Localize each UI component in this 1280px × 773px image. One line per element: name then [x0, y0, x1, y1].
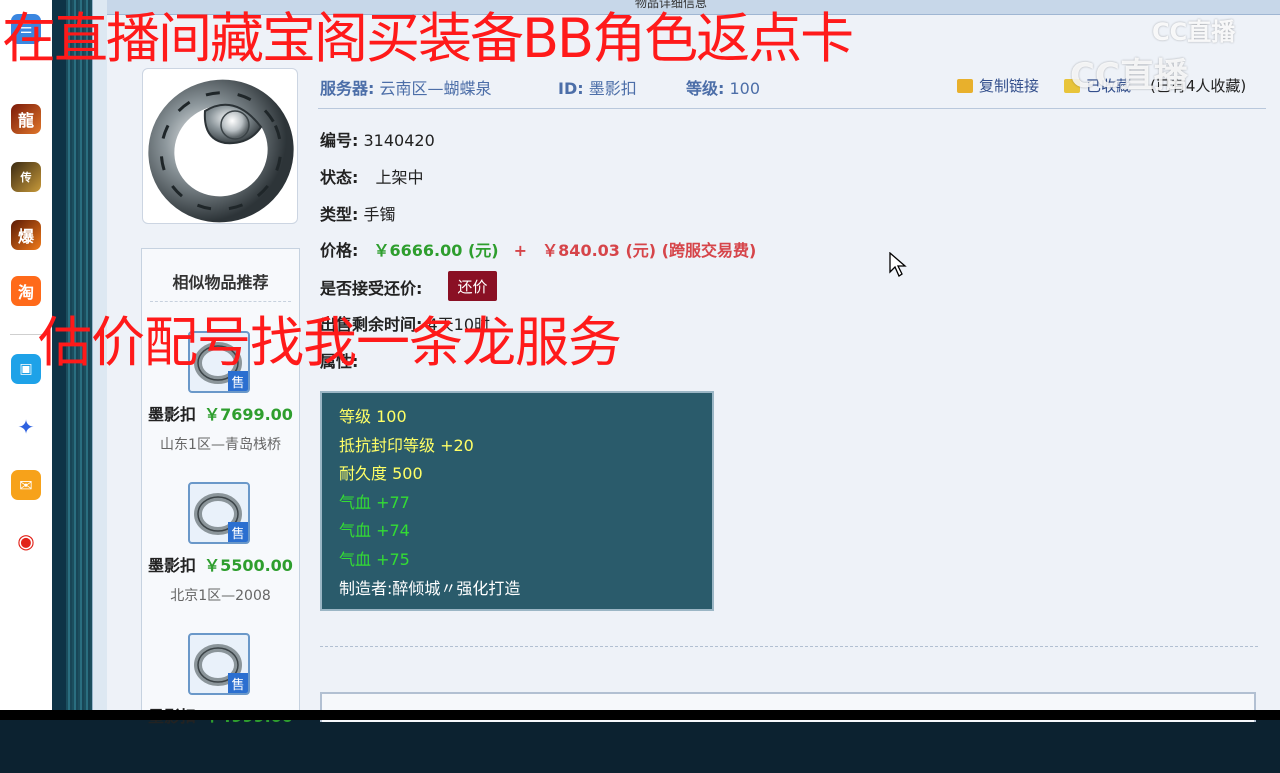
item-number-value: 3140420: [363, 131, 435, 150]
attributes-panel: 等级 100 抵抗封印等级 +20 耐久度 500 气血 +77 气血 +74 …: [320, 391, 714, 611]
screen-bottom-bar: [0, 710, 1280, 720]
attr-maker: 制造者:醉倾城〃强化打造: [339, 578, 521, 598]
copy-link-button[interactable]: 复制链接: [957, 75, 1039, 96]
attr-level: 等级 100: [339, 407, 407, 426]
similar-item-server: 北京1区—2008: [170, 588, 271, 604]
bao-game-icon[interactable]: 爆: [11, 220, 41, 250]
similar-item-thumbnail[interactable]: 售: [188, 482, 250, 544]
attr-hp-3: 气血 +75: [339, 549, 410, 569]
similar-items-divider: [150, 301, 291, 302]
similar-item-name-price: 墨影扣 ￥5500.00: [142, 552, 299, 576]
dragon-game-icon[interactable]: 龍: [11, 104, 41, 134]
sell-badge: 售: [228, 673, 248, 693]
netease-icon[interactable]: ◉: [11, 526, 41, 556]
cross-server-fee: ￥840.03 (元) (跨服交易费): [542, 241, 757, 260]
counter-offer-row: 是否接受还价:: [320, 275, 422, 299]
taobao-icon[interactable]: 淘: [11, 276, 41, 306]
watermark-small: CC直播: [1152, 18, 1236, 46]
bilibili-icon[interactable]: ▣: [11, 354, 41, 384]
server-label: 服务器:: [320, 79, 375, 98]
item-type-label: 类型:: [320, 205, 359, 224]
id-info: ID: 墨影扣: [558, 75, 637, 99]
item-price-value: ￥6666.00 (元): [373, 241, 499, 260]
item-type-row: 类型: 手镯: [320, 201, 396, 225]
id-value: 墨影扣: [588, 79, 637, 98]
promo-overlay-line2: 估价配号找我一条龙服务: [38, 311, 622, 374]
similar-item-name-price: 墨影扣 ￥7699.00: [142, 401, 299, 425]
server-value: 云南区—蝴蝶泉: [379, 79, 492, 98]
bracelet-image: [148, 79, 294, 223]
similar-item-thumbnail[interactable]: 售: [188, 633, 250, 695]
similar-item[interactable]: 售 墨影扣￥4999.00: [142, 633, 299, 773]
level-label: 等级:: [686, 79, 725, 98]
copy-link-label: 复制链接: [979, 77, 1040, 95]
similar-items-title: 相似物品推荐: [172, 273, 269, 292]
mail-icon[interactable]: ✉: [11, 470, 41, 500]
item-status-value: 上架中: [375, 168, 424, 187]
level-info: 等级: 100: [686, 75, 760, 99]
mouse-cursor-icon: [889, 252, 907, 277]
counter-offer-button[interactable]: 还价: [448, 271, 497, 301]
item-number-label: 编号:: [320, 131, 359, 150]
watermark-large: CC直播: [1070, 56, 1188, 96]
similar-item-price: ￥5500.00: [204, 556, 293, 575]
id-label: ID:: [558, 79, 584, 98]
server-info: 服务器: 云南区—蝴蝶泉: [320, 75, 492, 99]
legend-game-icon[interactable]: 传: [11, 162, 41, 192]
similar-item-name: 墨影扣: [148, 556, 197, 575]
item-status-row: 状态: 上架中: [320, 164, 424, 188]
counter-offer-label: 是否接受还价:: [320, 279, 423, 298]
similar-item-name: 墨影扣: [148, 405, 197, 424]
level-value: 100: [729, 79, 761, 98]
attr-hp-2: 气血 +74: [339, 521, 410, 541]
attr-durability: 耐久度 500: [339, 464, 423, 484]
sell-badge: 售: [228, 522, 248, 542]
link-icon: [957, 79, 973, 93]
item-price-label: 价格:: [320, 241, 359, 260]
similar-item[interactable]: 售 墨影扣 ￥5500.00 北京1区—2008: [142, 482, 299, 622]
item-number-row: 编号: 3140420: [320, 127, 435, 151]
section-divider: [320, 646, 1258, 647]
item-status-label: 状态:: [320, 168, 359, 187]
promo-overlay-line1: 在直播间藏宝阁买装备BB角色返点卡: [2, 7, 854, 70]
attr-hp-1: 气血 +77: [339, 492, 410, 512]
similar-item-server: 山东1区—青岛栈桥: [160, 437, 281, 453]
similar-item-price: ￥7699.00: [204, 405, 293, 424]
item-type-value: 手镯: [363, 205, 396, 224]
header-divider: [318, 108, 1266, 109]
item-price-row: 价格: ￥6666.00 (元) + ￥840.03 (元) (跨服交易费): [320, 237, 756, 261]
item-image: [142, 68, 298, 224]
attr-seal-resist: 抵抗封印等级 +20: [339, 435, 474, 455]
baidu-paw-icon[interactable]: ✦: [11, 412, 41, 442]
price-plus-sign: +: [513, 241, 528, 260]
